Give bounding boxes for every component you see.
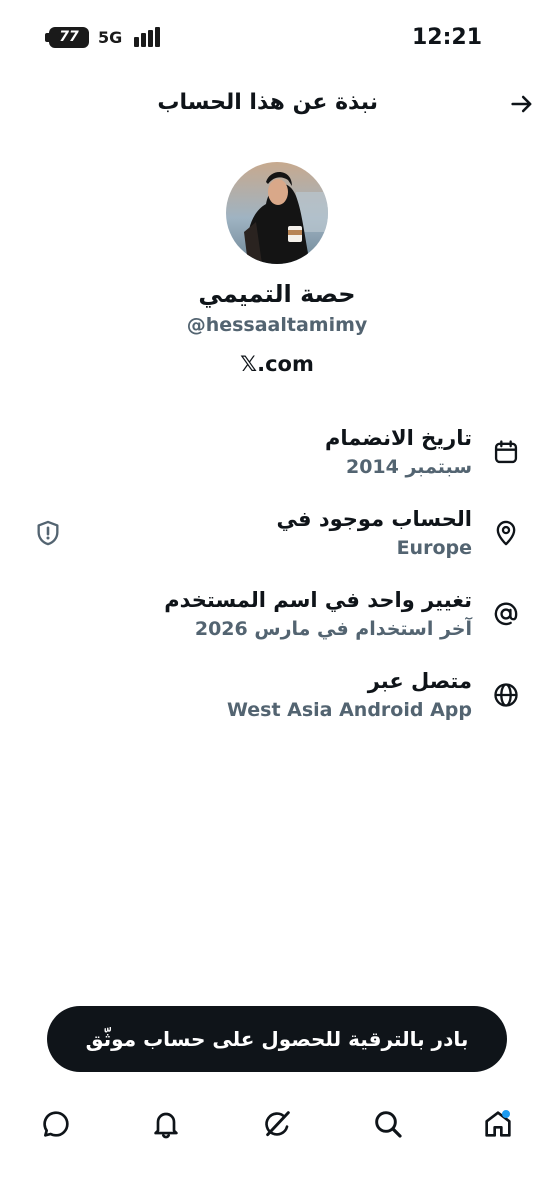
bell-icon[interactable] bbox=[150, 1108, 182, 1140]
info-value: Europe bbox=[396, 537, 472, 559]
info-row-connected-via: متصل عبر West Asia Android App bbox=[0, 667, 554, 737]
info-title: تاريخ الانضمام bbox=[325, 426, 472, 450]
network-type: 5G bbox=[98, 28, 123, 47]
globe-icon bbox=[494, 683, 518, 707]
profile-handle: @hessaaltamimy bbox=[186, 314, 368, 336]
info-row-location: الحساب موجود في Europe bbox=[0, 505, 554, 575]
arrow-right-icon[interactable] bbox=[508, 90, 536, 118]
location-pin-icon bbox=[496, 520, 516, 546]
status-time: 12:21 bbox=[411, 25, 482, 50]
info-title: متصل عبر bbox=[367, 669, 472, 693]
info-value: سبتمبر 2014 bbox=[345, 456, 472, 478]
page-title: نبذة عن هذا الحساب bbox=[157, 90, 378, 115]
calendar-icon bbox=[494, 440, 518, 464]
profile-website-link[interactable]: 𝕏.com bbox=[0, 352, 554, 376]
info-row-join-date: تاريخ الانضمام سبتمبر 2014 bbox=[0, 424, 554, 494]
info-value: West Asia Android App bbox=[226, 699, 472, 721]
battery-indicator: 77 bbox=[45, 27, 89, 48]
upgrade-verified-button[interactable]: بادر بالترقية للحصول على حساب موثّق bbox=[47, 1006, 507, 1072]
notification-dot bbox=[502, 1110, 510, 1118]
at-sign-icon bbox=[494, 602, 518, 626]
chat-icon[interactable] bbox=[40, 1108, 72, 1140]
info-value: آخر استخدام في مارس 2026 bbox=[194, 618, 472, 640]
avatar[interactable] bbox=[226, 162, 328, 264]
status-bar: 77 5G 12:21 bbox=[0, 0, 554, 76]
info-title: الحساب موجود في bbox=[276, 507, 472, 531]
search-icon[interactable] bbox=[372, 1108, 404, 1140]
display-name: حصة التميمي bbox=[198, 280, 356, 308]
header: نبذة عن هذا الحساب bbox=[0, 82, 554, 126]
grok-icon[interactable] bbox=[261, 1108, 293, 1140]
info-row-username-change: تغيير واحد في اسم المستخدم آخر استخدام ف… bbox=[0, 586, 554, 656]
signal-strength-icon bbox=[134, 27, 162, 47]
bottom-nav bbox=[0, 1100, 554, 1152]
info-title: تغيير واحد في اسم المستخدم bbox=[164, 588, 472, 612]
home-tab[interactable] bbox=[482, 1108, 514, 1140]
shield-info-icon[interactable] bbox=[34, 519, 62, 547]
